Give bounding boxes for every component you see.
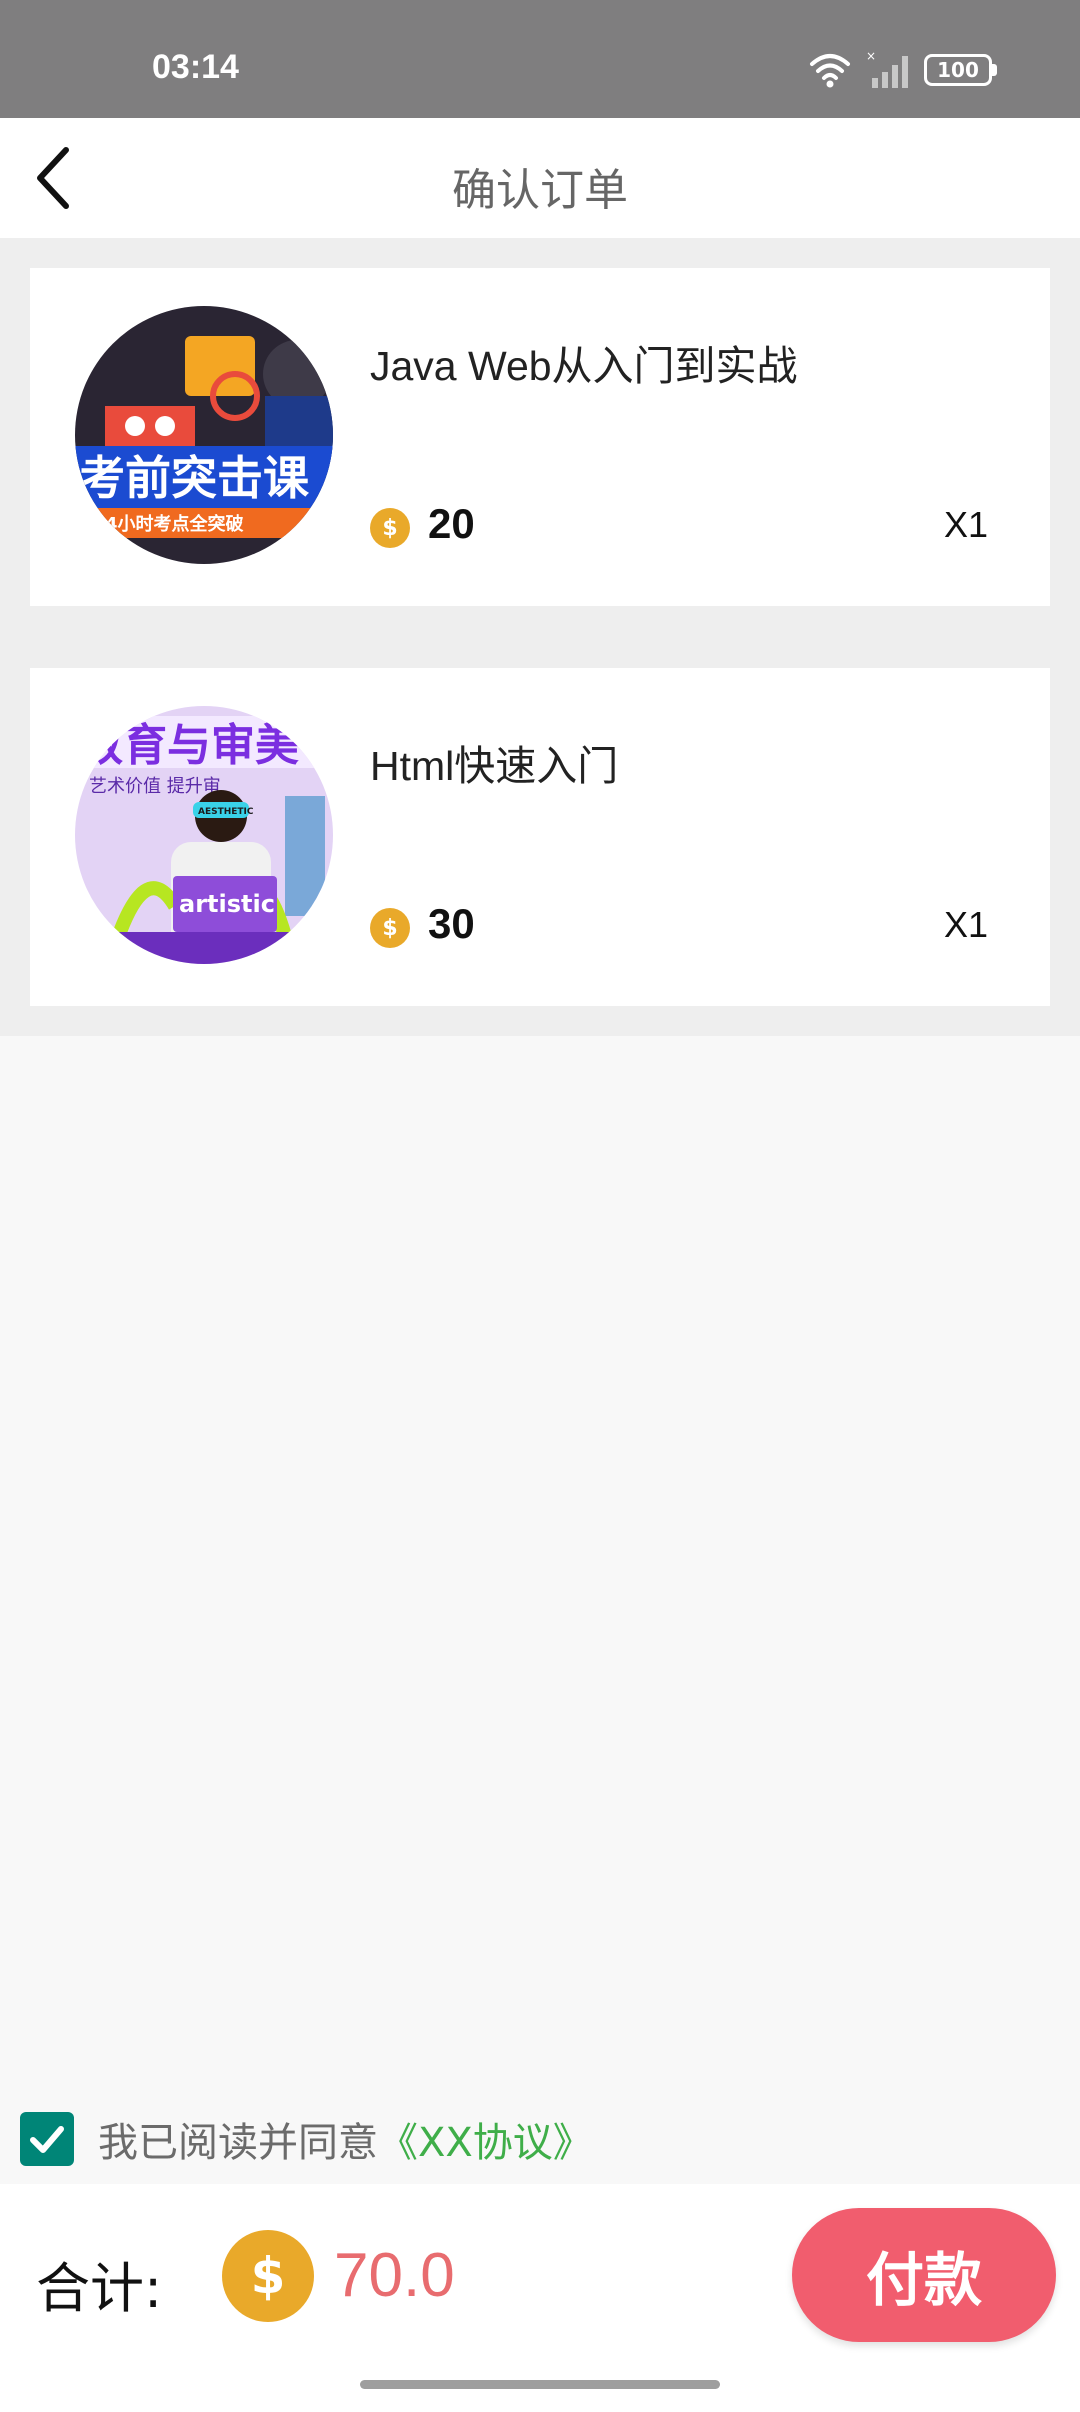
course-title: Html快速入门 [370, 743, 619, 789]
coin-icon: $ [370, 508, 410, 548]
svg-text:考前突击课: 考前突击课 [79, 451, 310, 505]
course-thumbnail: 考前突击课 4小时考点全突破 [75, 306, 333, 564]
status-icons: × 100 [808, 48, 997, 92]
course-quantity: X1 [943, 504, 988, 545]
coin-icon: $ [222, 2230, 314, 2322]
total-amount: 70.0 [334, 2241, 455, 2310]
home-indicator[interactable] [360, 2380, 720, 2389]
order-item[interactable]: 教育与审美 艺术价值 提升审 AESTHETIC artistic Html快速… [30, 668, 1050, 1006]
check-icon [30, 2126, 64, 2153]
svg-text:AESTHETIC: AESTHETIC [198, 807, 254, 817]
svg-text:艺术价值 提升审: 艺术价值 提升审 [89, 776, 221, 797]
svg-text:4小时考点全突破: 4小时考点全突破 [105, 513, 244, 535]
checkout-bar: 合计: $ 70.0 付款 [0, 2184, 1080, 2412]
svg-text:教育与审美: 教育与审美 [79, 720, 299, 771]
svg-text:artistic: artistic [179, 890, 275, 918]
page-title: 确认订单 [452, 165, 628, 216]
order-list: 考前突击课 4小时考点全突破 Java Web从入门到实战 $ 20 X1 教育… [0, 238, 1080, 1036]
coin-icon: $ [370, 908, 410, 948]
course-title: Java Web从入门到实战 [370, 343, 798, 389]
course-thumbnail: 教育与审美 艺术价值 提升审 AESTHETIC artistic [75, 706, 333, 964]
status-bar: 03:14 × 100 [0, 0, 1080, 118]
agreement-text: 我已阅读并同意 [98, 2120, 378, 2166]
total-label: 合计: [36, 2257, 163, 2320]
agreement-row: 我已阅读并同意 《XX协议》 [20, 2110, 593, 2168]
order-item[interactable]: 考前突击课 4小时考点全突破 Java Web从入门到实战 $ 20 X1 [30, 268, 1050, 606]
nav-bar: 确认订单 [0, 118, 1080, 238]
wifi-icon [810, 54, 850, 88]
status-time: 03:14 [152, 48, 239, 86]
svg-text:×: × [866, 50, 876, 63]
agreement-checkbox[interactable] [20, 2112, 74, 2166]
battery-icon: 100 [924, 54, 997, 86]
pay-button[interactable]: 付款 [792, 2208, 1056, 2342]
agreement-link[interactable]: 《XX协议》 [378, 2110, 593, 2168]
signal-icon: × [866, 50, 908, 88]
course-quantity: X1 [943, 904, 988, 945]
course-price: 20 [428, 500, 475, 547]
course-price: 30 [428, 900, 475, 947]
